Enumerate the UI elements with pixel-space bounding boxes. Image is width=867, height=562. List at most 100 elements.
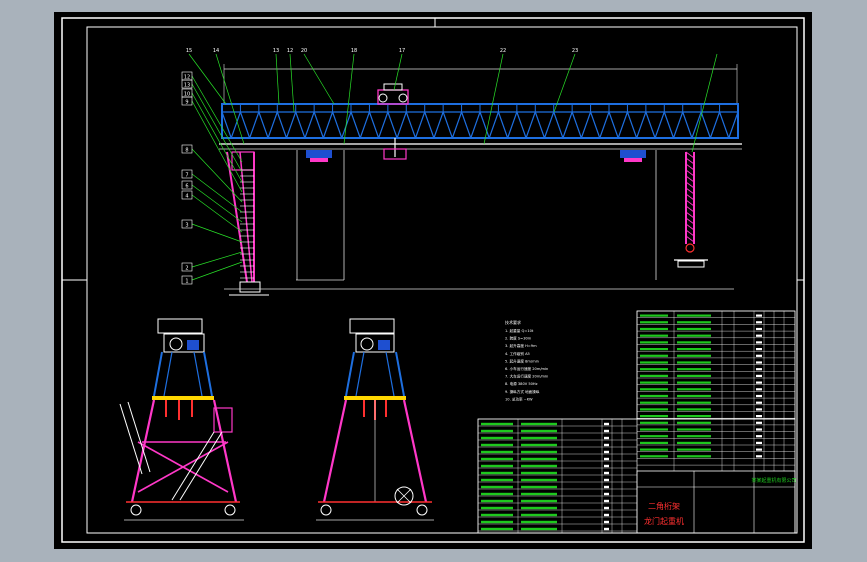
truss-diagonal (230, 111, 241, 139)
company-name: 某某起重机有限公司 (751, 477, 796, 484)
table-cell-text (756, 334, 762, 337)
tech-note-line: 8. 电源 380V 50Hz (505, 381, 538, 386)
table-cell-text (481, 506, 513, 510)
table-cell-text (677, 348, 711, 351)
table-cell-text (481, 499, 513, 503)
table-cell-text (640, 361, 668, 364)
leader-lines-left (191, 75, 243, 281)
title-line-1: 二角桁架 (648, 501, 680, 511)
table-cell-text (521, 513, 557, 517)
table-cell-text (481, 471, 513, 475)
truss-diagonal (414, 111, 426, 139)
leg-lattice-member (685, 223, 695, 231)
truss-diagonal (599, 111, 610, 139)
balloon-number: 6 (185, 184, 188, 190)
truss-diagonal (590, 111, 601, 139)
table-cell-text (481, 464, 513, 468)
balloon-number: 4 (185, 194, 188, 200)
right-leg-lattice (685, 151, 695, 243)
table-cell-text (677, 415, 711, 418)
title-block: 二角桁架 龙门起重机 某某起重机有限公司 (636, 470, 797, 534)
leg-lattice-member (685, 235, 695, 243)
table-cell-text (640, 455, 668, 458)
technical-requirements: 技术要求 1. 起重量 Q=10t 2. 跨度 S=30m 3. 起升高度 H=9m… (505, 319, 548, 401)
table-cell-text (521, 520, 557, 524)
leg-lattice-member (685, 217, 695, 225)
table-cell-text (481, 527, 513, 531)
leg-lattice-member (685, 163, 695, 171)
table-cell-text (604, 499, 609, 503)
tech-note-line: 7. 大车运行速度 20m/min (505, 374, 548, 379)
tech-note-line: 4. 工作级别 A5 (505, 351, 530, 356)
table-cell-text (756, 327, 762, 331)
table-cell-text (756, 381, 762, 384)
table-cell-text (640, 374, 668, 377)
table-cell-text (756, 455, 762, 458)
table-cell-text (481, 478, 513, 482)
front-elevation-view: 12 13 10 9 8 7 6 4 3 2 1 15 14 13 12 20 18 17 22 23 (181, 48, 742, 296)
truss-diagonal (525, 111, 536, 139)
table-cell-text (756, 415, 762, 418)
table-cell-text (640, 408, 668, 411)
table-cell-text (756, 341, 762, 344)
title-line-2: 龙门起重机 (644, 516, 684, 526)
table-cell-text (640, 394, 668, 398)
table-cell-text (756, 361, 762, 364)
table-cell-text (756, 428, 762, 431)
table-cell-text (481, 450, 513, 454)
leg-lattice-member (685, 157, 695, 165)
truss-diagonal (663, 111, 675, 139)
table-cell-text (604, 492, 609, 496)
leader-line (191, 100, 243, 193)
tech-note-line: 3. 起升高度 H=9m (505, 343, 537, 348)
table-cell-text (604, 422, 609, 426)
truss-diagonal (470, 111, 481, 139)
table-cell-text (677, 435, 711, 438)
table-cell-text (640, 415, 668, 418)
balloon-number: 2 (185, 266, 188, 272)
truss-diagonal (571, 111, 582, 139)
truss-diagonal (350, 111, 361, 139)
table-cell-text (604, 471, 609, 475)
table-cell-text (756, 435, 762, 438)
truss-diagonal (626, 111, 638, 139)
truss-diagonal (442, 111, 453, 139)
leader-line (191, 75, 243, 163)
tech-note-line: 1. 起重量 Q=10t (505, 328, 534, 333)
table-cell-text (604, 478, 609, 482)
leader-line (215, 53, 245, 145)
leader-line (303, 53, 335, 105)
balloon-numbers-left: 12 13 10 9 8 7 6 4 3 2 1 (181, 71, 193, 285)
table-cell-text (604, 450, 609, 454)
table-cell-text (604, 443, 609, 447)
table-cell-text (677, 394, 711, 398)
table-cell-text (677, 327, 711, 331)
truss-diagonal (543, 111, 555, 139)
table-cell-text (677, 421, 711, 424)
table-cell-text (521, 436, 557, 440)
table-cell-text (640, 401, 668, 404)
truss-diagonal (617, 111, 628, 139)
table-cell-text (481, 492, 513, 496)
truss-diagonal (295, 111, 306, 139)
truss-diagonal (276, 111, 288, 139)
table-cell-text (677, 388, 711, 391)
truss-diagonal (580, 111, 592, 139)
table-cell-text (640, 327, 668, 331)
balloon-number: 12 (184, 75, 190, 81)
truss-diagonal (249, 111, 260, 139)
table-cell-text (756, 388, 762, 391)
table-cell-text (604, 506, 609, 510)
truss-diagonal (700, 111, 711, 139)
balloon-number: 14 (213, 48, 219, 54)
table-cell-text (640, 435, 668, 438)
table-cell-text (521, 527, 557, 531)
leader-line (191, 173, 243, 213)
table-cell-text (604, 457, 609, 461)
cad-viewport[interactable]: 12 13 10 9 8 7 6 4 3 2 1 15 14 13 12 20 18 17 22 23 (54, 12, 812, 549)
table-cell-text (756, 354, 762, 357)
truss-diagonal (461, 111, 472, 139)
leg-lattice-member (685, 205, 695, 213)
table-cell-text (521, 478, 557, 482)
table-cell-text (677, 381, 711, 384)
